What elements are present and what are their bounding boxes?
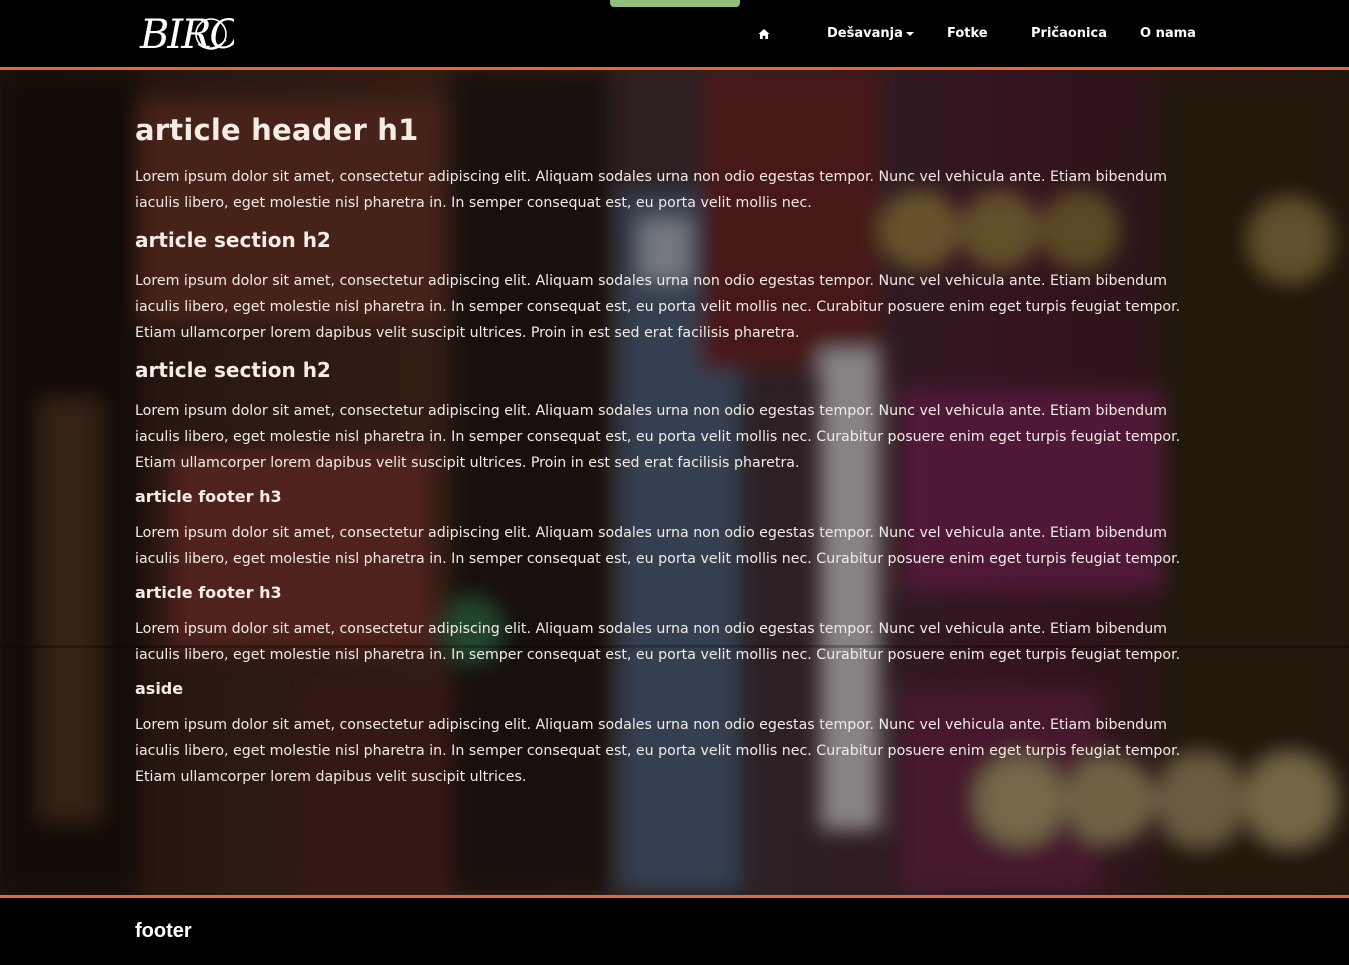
nav-item-pricaonica[interactable]: Pričaonica bbox=[1031, 22, 1107, 46]
nav-item-fotke[interactable]: Fotke bbox=[947, 22, 988, 46]
nav-item-desavanja[interactable]: Dešavanja bbox=[827, 22, 914, 46]
top-navbar: BIRO Dešavanja Fotke Pričaonica O nama bbox=[0, 0, 1349, 70]
aside-text: Lorem ipsum dolor sit amet, consectetur … bbox=[135, 717, 1181, 785]
article-intro-text: Lorem ipsum dolor sit amet, consectetur … bbox=[135, 169, 1168, 211]
caret-down-icon bbox=[905, 31, 914, 36]
article-section-text: Lorem ipsum dolor sit amet, consectetur … bbox=[135, 403, 1181, 471]
article-footer-heading: article footer h3 bbox=[135, 487, 282, 506]
home-icon bbox=[758, 29, 770, 39]
article-section-heading: article section h2 bbox=[135, 358, 331, 382]
nav-item-o-nama[interactable]: O nama bbox=[1140, 22, 1196, 46]
nav-tab-indicator bbox=[610, 0, 740, 7]
page-footer: footer bbox=[0, 895, 1349, 965]
main-content-area: article header h1 Lorem ipsum dolor sit … bbox=[0, 70, 1349, 895]
nav-home[interactable] bbox=[758, 22, 770, 55]
nav-menu: Dešavanja Fotke Pričaonica O nama bbox=[0, 22, 1349, 46]
footer-label: footer bbox=[135, 920, 192, 942]
article-footer-text: Lorem ipsum dolor sit amet, consectetur … bbox=[135, 525, 1181, 567]
article-footer-text: Lorem ipsum dolor sit amet, consectetur … bbox=[135, 621, 1181, 663]
article: article header h1 Lorem ipsum dolor sit … bbox=[135, 110, 1210, 800]
article-section-text: Lorem ipsum dolor sit amet, consectetur … bbox=[135, 273, 1181, 341]
article-section-heading: article section h2 bbox=[135, 228, 331, 252]
article-header-title: article header h1 bbox=[135, 113, 419, 147]
aside-heading: aside bbox=[135, 679, 184, 698]
nav-item-label: Dešavanja bbox=[827, 26, 903, 41]
article-footer-heading: article footer h3 bbox=[135, 583, 282, 602]
